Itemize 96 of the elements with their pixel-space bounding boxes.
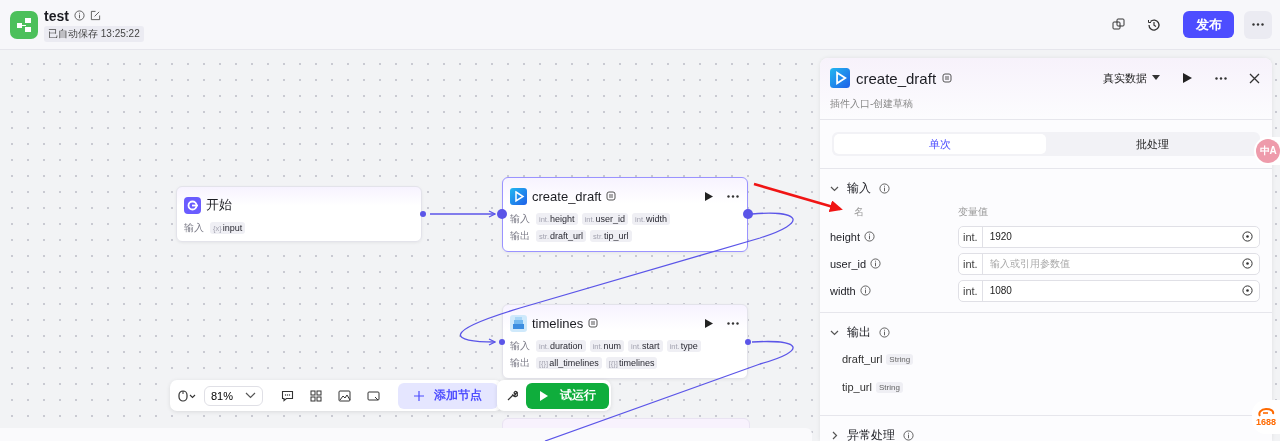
value-input[interactable]: 1920 [982,231,1242,242]
param-name: type [680,341,698,351]
logo-text: 1688 [1256,418,1276,427]
reference-icon[interactable] [1242,285,1253,296]
row-label: 输入 [510,212,531,226]
param-name: height [830,230,860,243]
more-icon[interactable] [727,194,739,198]
node-title: create_draft [532,188,602,204]
value-input[interactable]: 输入或引用参数值 [982,258,1242,269]
parameter-field[interactable]: int. 输入或引用参数值 [958,252,1260,275]
run-icon[interactable] [704,317,714,329]
node-title: timelines [532,315,584,331]
logo-mark-icon [1257,407,1275,418]
zoom-dropdown[interactable]: 81% [204,385,264,406]
run-icon[interactable] [1182,72,1193,84]
type-label: int. [959,253,983,274]
info-icon[interactable] [879,327,890,338]
mouse-icon[interactable] [178,389,196,402]
section-title: 异常处理 [847,427,895,441]
info-icon[interactable] [879,183,890,194]
close-icon[interactable] [1249,72,1260,84]
workflow-title: test [44,7,69,24]
param-name: tip_url [604,231,629,241]
row-label: 输入 [184,221,205,235]
chevron-icon[interactable] [830,184,839,193]
column-header: 变量值 [958,205,989,219]
plus-icon [414,390,425,401]
autosave-badge: 已自动保存 13:25:22 [44,25,144,42]
chevron-icon[interactable] [830,431,839,440]
data-source-dropdown[interactable]: 真实数据 [1103,70,1160,86]
info-icon[interactable] [73,10,85,21]
parameter-field[interactable]: int. 1080 [958,279,1260,302]
row-label: 输出 [510,356,531,370]
plugin-node-icon [510,187,527,205]
param-name: draft_url [550,231,584,241]
more-icon [1252,23,1264,26]
app-logo-icon [10,10,38,39]
publish-button[interactable]: 发布 [1183,11,1234,38]
parameter-field[interactable]: int. 1920 [958,225,1260,248]
play-icon [540,390,548,401]
output-name: draft_url [842,353,883,365]
param-name: width [646,214,668,224]
value-input[interactable]: 1080 [982,285,1242,296]
row-label: 输出 [510,229,531,243]
copy-icon[interactable] [1112,18,1125,31]
mode-tab[interactable]: 单次 [834,134,1046,154]
history-icon[interactable] [1147,17,1161,32]
edit-icon[interactable] [89,10,101,21]
port-dot[interactable] [420,211,426,217]
type-tag: String [875,381,903,393]
info-icon[interactable] [864,231,875,242]
more-icon[interactable] [1215,76,1227,80]
chevron-icon[interactable] [830,328,839,337]
plugin-icon [588,318,599,328]
port-dot[interactable] [499,339,505,345]
panel-title: create_draft [856,69,937,87]
param-name: timelines [618,358,655,368]
param-name: input [222,223,243,233]
reference-icon[interactable] [1242,231,1253,242]
row-label: 输入 [510,339,531,353]
param-name: user_id [830,257,867,270]
info-icon[interactable] [903,430,914,441]
node-title: 开始 [206,196,232,214]
param-name: height [550,214,575,224]
type-label: int. [959,280,983,301]
port-dot[interactable] [745,339,751,345]
type-label: int. [959,226,983,247]
output-name: tip_url [842,381,872,393]
info-icon[interactable] [859,285,871,296]
mode-tab[interactable]: 批处理 [1046,134,1258,154]
wrench-icon[interactable] [506,389,518,402]
info-icon[interactable] [870,258,882,269]
param-name: width [830,284,856,297]
start-node-icon [184,196,201,214]
param-name: user_id [595,214,626,224]
column-header: 名 [853,205,865,219]
add-node-button[interactable]: 添加节点 [398,382,499,409]
port-dot[interactable] [497,209,507,219]
panel-description: 插件入口-创建草稿 [830,97,915,111]
plugin-node-icon [830,68,850,88]
section-title: 输入 [847,180,871,197]
reference-icon[interactable] [1242,258,1253,269]
chevron-icon [245,392,257,399]
run-icon[interactable] [704,190,714,202]
param-name: all_timelines [549,358,599,368]
port-dot[interactable] [743,209,753,219]
param-name: num [603,341,622,351]
type-tag: String [886,353,914,365]
section-title: 输出 [847,324,871,341]
param-name: start [642,341,660,351]
plugin-icon [606,191,617,201]
more-icon[interactable] [727,321,739,325]
timeline-node-icon [510,314,527,332]
plugin-icon [942,73,953,83]
caret-icon [1152,75,1160,81]
param-name: duration [550,341,583,351]
